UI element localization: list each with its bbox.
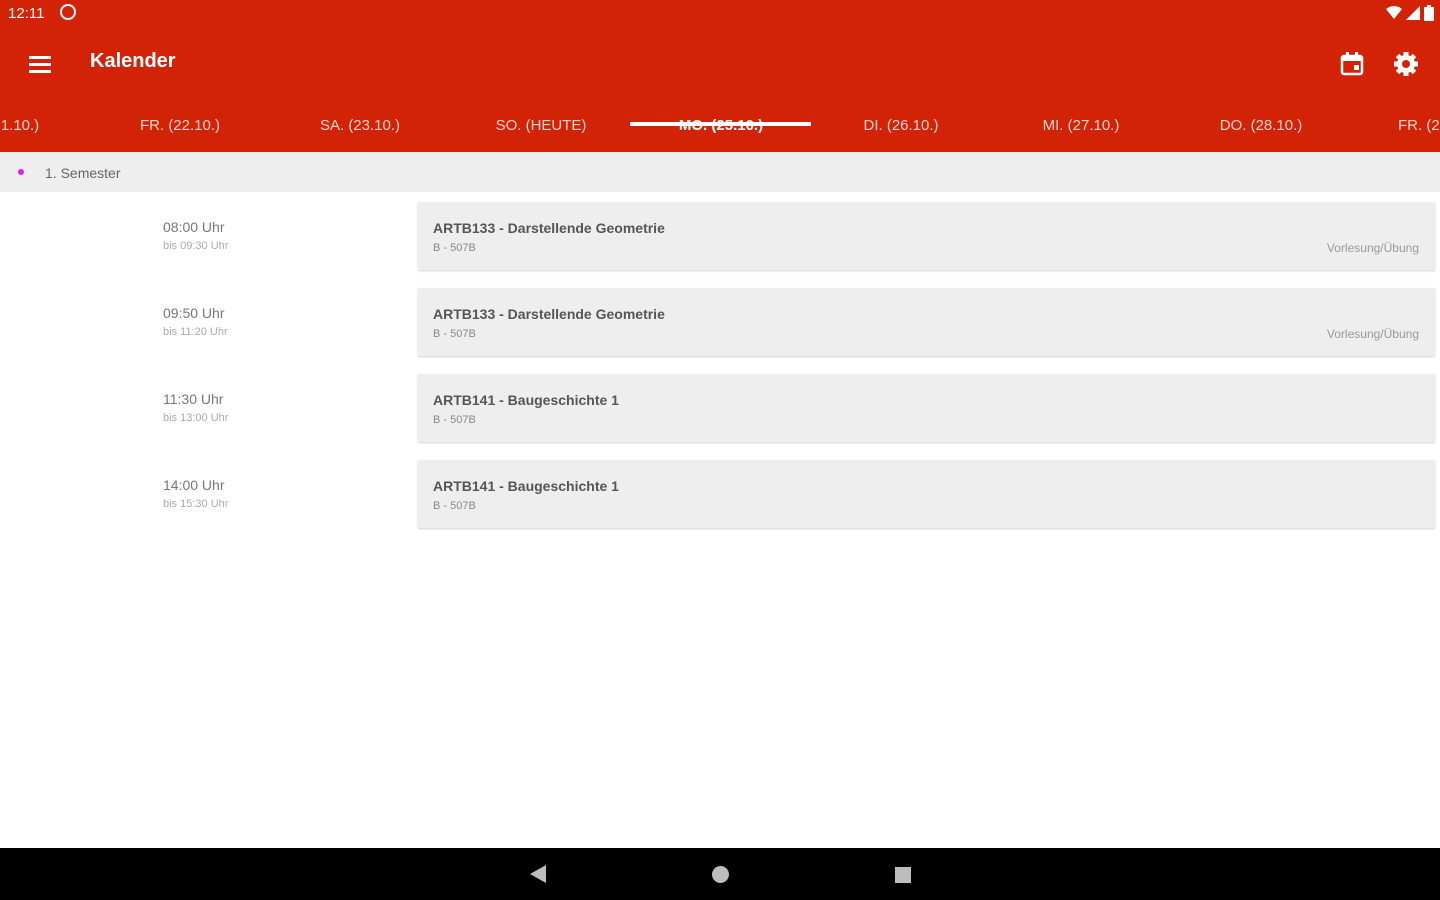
event-card[interactable]: ARTB141 - Baugeschichte 1 B - 507B [418,374,1435,442]
event-card[interactable]: ARTB133 - Darstellende Geometrie B - 507… [418,202,1435,270]
event-end-time: bis 09:30 Uhr [163,240,229,252]
app-title: Kalender [90,50,176,72]
tab-sa-23-10[interactable]: SA. (23.10.) [270,106,450,152]
signal-icon [1406,6,1420,20]
app-notification-icon [60,4,76,20]
event-room: B - 507B [433,500,476,512]
active-tab-indicator [630,122,811,126]
tab-mi-27-10[interactable]: MI. (27.10.) [991,106,1171,152]
event-type: Vorlesung/Übung [1326,241,1419,255]
semester-color-dot [18,169,24,175]
tab-fr-22-10[interactable]: FR. (22.10.) [90,106,270,152]
event-start-time: 08:00 Uhr [163,219,225,235]
menu-icon[interactable] [24,48,56,80]
event-card[interactable]: ARTB141 - Baugeschichte 1 B - 507B [418,460,1435,528]
semester-header: 1. Semester [0,152,1440,192]
tab-so-heute[interactable]: SO. (HEUTE) [451,106,631,152]
home-icon[interactable] [712,866,729,883]
event-room: B - 507B [433,328,476,340]
event-end-time: bis 15:30 Uhr [163,498,229,510]
tab-do-28-10[interactable]: DO. (28.10.) [1171,106,1351,152]
day-tabs: 1.10.) FR. (22.10.) SA. (23.10.) SO. (HE… [0,106,1440,152]
settings-icon[interactable] [1390,48,1422,80]
status-icons [1386,5,1434,21]
event-title: ARTB133 - Darstellende Geometrie [433,220,665,236]
system-nav-bar [0,848,1440,900]
tab-di-26-10[interactable]: DI. (26.10.) [811,106,991,152]
event-start-time: 11:30 Uhr [163,391,224,407]
tab-mo-25-10[interactable]: MO. (25.10.) [631,106,811,152]
calendar-icon[interactable] [1336,48,1368,80]
battery-icon [1424,5,1434,21]
recents-icon[interactable] [895,867,911,883]
tab-day-partial-right[interactable]: FR. (2 [1398,106,1440,152]
event-end-time: bis 13:00 Uhr [163,412,229,424]
event-room: B - 507B [433,242,476,254]
event-title: ARTB141 - Baugeschichte 1 [433,478,619,494]
event-room: B - 507B [433,414,476,426]
status-time: 12:11 [8,5,45,22]
event-card[interactable]: ARTB133 - Darstellende Geometrie B - 507… [418,288,1435,356]
back-icon[interactable] [530,865,546,883]
event-title: ARTB141 - Baugeschichte 1 [433,392,619,408]
event-title: ARTB133 - Darstellende Geometrie [433,306,665,322]
app-bar: Kalender 1.10.) FR. (22.10.) SA. (23.10.… [0,26,1440,152]
wifi-icon [1386,6,1402,19]
event-start-time: 14:00 Uhr [163,477,225,493]
status-bar: 12:11 [0,0,1440,26]
semester-label: 1. Semester [45,165,121,181]
event-type: Vorlesung/Übung [1326,327,1419,341]
event-end-time: bis 11:20 Uhr [163,326,228,338]
event-start-time: 09:50 Uhr [163,305,225,321]
